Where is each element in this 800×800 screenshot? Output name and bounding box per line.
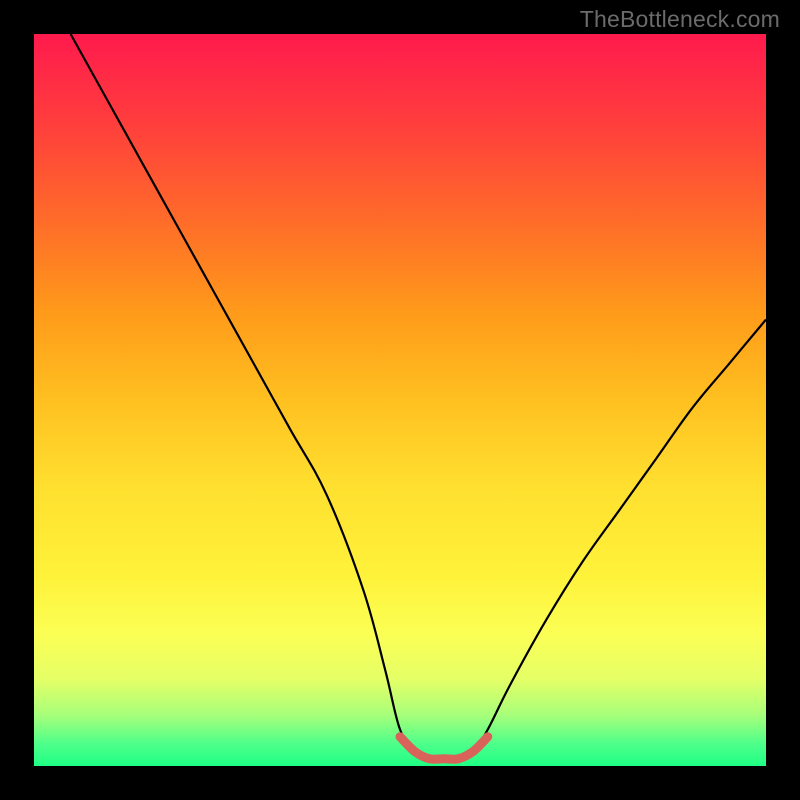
main-curve — [71, 34, 766, 759]
plot-area — [34, 34, 766, 766]
chart-svg — [34, 34, 766, 766]
watermark-label: TheBottleneck.com — [580, 6, 780, 33]
chart-frame: TheBottleneck.com — [0, 0, 800, 800]
bottom-mark — [400, 737, 488, 760]
